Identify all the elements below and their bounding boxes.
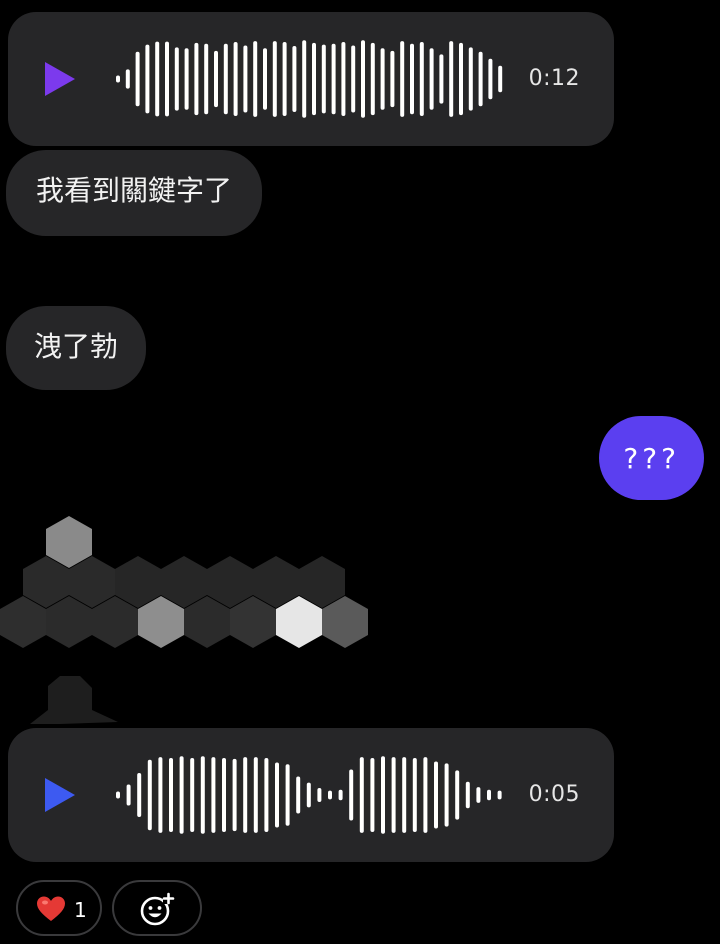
wave-bar	[174, 47, 179, 111]
add-reaction-button[interactable]	[112, 880, 202, 936]
wave-bar	[338, 789, 343, 801]
incoming-message: 我看到關鍵字了	[6, 150, 263, 236]
wave-bar	[296, 776, 301, 814]
wave-bar	[341, 42, 346, 116]
wave-bar	[328, 790, 332, 800]
voice-message-2[interactable]: 0:05	[8, 728, 614, 862]
play-icon[interactable]	[45, 778, 75, 812]
wave-bar	[135, 51, 140, 107]
incoming-message: 洩了勃	[6, 306, 147, 390]
sticker-shape	[30, 676, 118, 724]
wave-bar	[194, 42, 199, 116]
wave-bar	[434, 761, 438, 829]
wave-bar	[331, 43, 336, 115]
wave-bar	[488, 58, 493, 100]
wave-bar	[476, 787, 481, 803]
wave-bar	[275, 762, 279, 828]
wave-bar	[359, 757, 364, 833]
wave-bar	[380, 48, 385, 110]
wave-bar	[412, 758, 417, 832]
wave-bar	[137, 773, 142, 817]
wave-bar	[222, 758, 226, 832]
wave-bar	[292, 46, 297, 112]
wave-bar	[145, 44, 150, 114]
wave-bar	[439, 54, 444, 104]
wave-bar	[429, 48, 434, 110]
wave-bar	[402, 757, 407, 833]
hexagon-sticker	[0, 516, 368, 724]
wave-bar	[302, 40, 307, 118]
wave-bar	[381, 756, 385, 834]
wave-bar	[391, 757, 396, 833]
wave-bar	[243, 45, 248, 113]
wave-bar	[204, 43, 209, 115]
wave-bar	[455, 770, 460, 820]
wave-bar	[211, 757, 216, 833]
wave-bar	[423, 757, 428, 833]
wave-bar	[253, 41, 258, 117]
wave-bar	[243, 757, 248, 833]
wave-bar	[214, 50, 218, 108]
wave-bar	[444, 763, 449, 827]
wave-bar	[116, 75, 120, 83]
wave-bar	[498, 65, 503, 93]
waveform	[116, 756, 502, 834]
wave-bar	[223, 43, 228, 115]
wave-bar	[321, 44, 326, 114]
wave-bar	[232, 758, 237, 832]
wave-bar	[263, 48, 267, 110]
add-reaction-icon	[140, 892, 175, 926]
wave-bar	[190, 758, 195, 832]
wave-bar	[169, 758, 173, 832]
wave-bar	[400, 41, 405, 117]
wave-bar	[449, 41, 454, 117]
wave-bar	[165, 41, 169, 117]
wave-bar	[370, 42, 375, 116]
wave-bar	[478, 51, 483, 107]
wave-bar	[361, 40, 365, 118]
wave-bar	[306, 782, 311, 808]
wave-bar	[317, 787, 322, 803]
wave-bar	[147, 759, 152, 831]
wave-bar	[410, 43, 414, 115]
voice-duration: 0:05	[528, 782, 580, 807]
wave-bar	[272, 41, 277, 117]
heart-reaction[interactable]: 1	[16, 880, 102, 936]
wave-bar	[285, 764, 290, 826]
wave-bar	[264, 758, 269, 832]
wave-bar	[465, 781, 470, 809]
wave-bar	[126, 784, 131, 806]
wave-bar	[233, 42, 238, 116]
wave-bar	[370, 758, 375, 832]
wave-bar	[158, 757, 163, 833]
play-icon[interactable]	[45, 62, 75, 96]
waveform	[116, 40, 503, 118]
wave-bar	[125, 69, 130, 89]
wave-bar	[351, 45, 356, 113]
wave-bar	[312, 42, 316, 116]
wave-bar	[459, 42, 463, 116]
voice-message-1[interactable]: 0:12	[8, 12, 614, 146]
wave-bar	[184, 48, 189, 110]
wave-bar	[419, 42, 424, 116]
wave-bar	[497, 790, 502, 800]
heart-icon	[37, 896, 65, 921]
voice-duration: 0:12	[528, 66, 580, 91]
wave-bar	[179, 756, 184, 834]
wave-bar	[200, 756, 205, 834]
wave-bar	[468, 47, 473, 111]
wave-bar	[116, 791, 120, 799]
reaction-count: 1	[74, 898, 87, 922]
wave-bar	[390, 50, 395, 108]
hexagon-tiles	[0, 516, 368, 648]
wave-bar	[282, 42, 287, 116]
wave-bar	[487, 789, 491, 801]
wave-bar	[155, 41, 160, 117]
wave-bar	[349, 769, 354, 821]
wave-bar	[253, 757, 258, 833]
outgoing-message: ???	[599, 416, 704, 500]
